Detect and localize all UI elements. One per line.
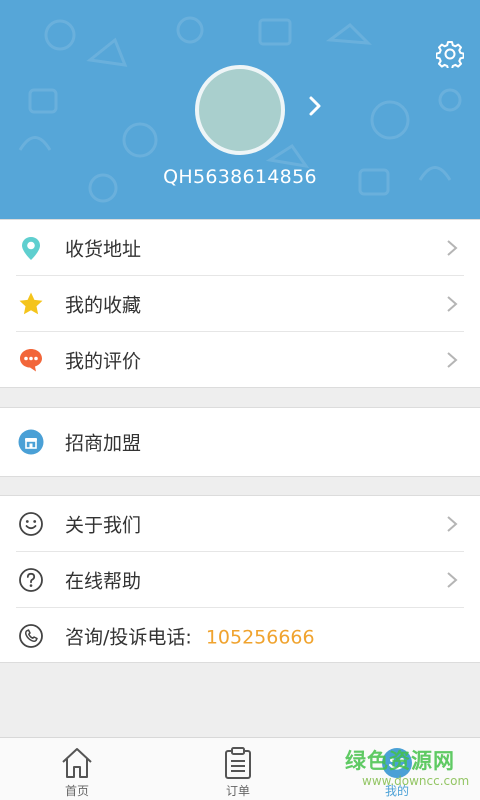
star-icon: [19, 292, 43, 315]
smiley-icon: [19, 512, 43, 536]
menu-item-label: 关于我们: [65, 514, 142, 537]
hotline-number[interactable]: 105256666: [206, 627, 315, 649]
profile-header: QH5638614856: [0, 0, 480, 219]
user-id: QH5638614856: [163, 166, 317, 188]
watermark-url: www.downcc.com: [362, 774, 470, 788]
hotline-label: 咨询/投诉电话:: [65, 626, 192, 649]
help-circle-icon: [19, 568, 43, 592]
menu-item-reviews[interactable]: 我的评价: [0, 332, 480, 388]
avatar[interactable]: [195, 65, 285, 155]
location-pin-icon: [22, 237, 40, 260]
tab-label: 首页: [64, 784, 89, 798]
clipboard-icon: [225, 747, 251, 779]
home-icon: [62, 748, 92, 778]
menu-group-support: 关于我们 在线帮助 咨询/投诉电话: 105256666: [0, 495, 480, 663]
settings-gear-icon[interactable]: [436, 40, 464, 68]
menu-item-favorites[interactable]: 我的收藏: [0, 276, 480, 332]
menu-item-address[interactable]: 收货地址: [0, 220, 480, 276]
tab-home[interactable]: 首页: [17, 738, 137, 800]
chevron-right-icon[interactable]: [306, 95, 324, 117]
chevron-right-icon: [447, 572, 458, 588]
tab-orders[interactable]: 订单: [178, 738, 298, 800]
menu-item-about[interactable]: 关于我们: [0, 496, 480, 552]
menu-item-label: 我的收藏: [65, 294, 142, 317]
watermark-text: 绿色资源网: [345, 749, 455, 773]
tab-label: 订单: [225, 784, 250, 798]
menu-item-hotline[interactable]: 咨询/投诉电话: 105256666: [0, 608, 480, 664]
chevron-right-icon: [447, 296, 458, 312]
menu-item-label: 在线帮助: [65, 570, 142, 593]
chat-bubble-icon: [20, 349, 42, 372]
chevron-right-icon: [447, 516, 458, 532]
menu-item-franchise[interactable]: 招商加盟: [0, 408, 480, 476]
menu-item-label: 收货地址: [65, 238, 142, 261]
menu-group-account: 收货地址 我的收藏 我的评价: [0, 219, 480, 388]
phone-icon: [19, 624, 43, 648]
menu-item-help[interactable]: 在线帮助: [0, 552, 480, 608]
chevron-right-icon: [447, 240, 458, 256]
chevron-right-icon: [447, 352, 458, 368]
menu-item-label: 招商加盟: [65, 432, 142, 455]
shop-icon: [18, 429, 44, 455]
menu-item-label: 咨询/投诉电话: 105256666: [65, 623, 315, 650]
menu-item-label: 我的评价: [65, 350, 142, 373]
menu-group-franchise: 招商加盟: [0, 407, 480, 477]
